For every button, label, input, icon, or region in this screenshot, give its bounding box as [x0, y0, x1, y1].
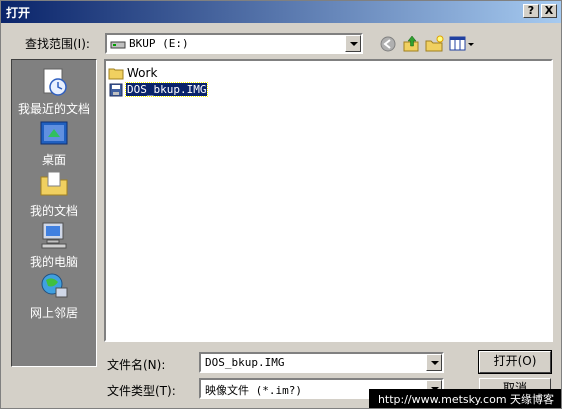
- filetype-label: 文件类型(T):: [107, 384, 176, 398]
- disk-image-icon: [109, 83, 123, 97]
- network-places-icon: [41, 273, 68, 298]
- drive-icon: [110, 41, 126, 49]
- window-title: 打开: [6, 6, 31, 20]
- place-label: 我的文档: [29, 204, 78, 218]
- place-label: 我的电脑: [29, 255, 78, 269]
- view-menu-icon[interactable]: [449, 35, 475, 53]
- new-folder-icon[interactable]: [425, 35, 445, 53]
- place-label: 网上邻居: [29, 306, 78, 320]
- place-label: 我最近的文档: [17, 102, 90, 116]
- place-desktop[interactable]: 桌面: [12, 117, 96, 168]
- filename-input[interactable]: DOS_bkup.IMG: [199, 352, 444, 373]
- places-bar: 我最近的文档 桌面 我的文档 我的电脑 网上邻居: [11, 59, 97, 367]
- open-button[interactable]: 打开(O): [478, 350, 552, 374]
- up-folder-icon[interactable]: [402, 35, 422, 53]
- file-list[interactable]: Work DOS_bkup.IMG: [104, 59, 553, 342]
- place-label: 桌面: [41, 153, 66, 167]
- place-network-places[interactable]: 网上邻居: [12, 270, 96, 321]
- title-bar[interactable]: 打开 ? X: [1, 1, 561, 23]
- place-recent-documents[interactable]: 我最近的文档: [12, 66, 96, 117]
- my-computer-icon: [41, 222, 67, 249]
- filetype-value: 映像文件 (*.im?): [205, 384, 302, 397]
- file-name: Work: [127, 66, 158, 80]
- back-icon[interactable]: [379, 35, 399, 53]
- lookin-dropdown[interactable]: BKUP (E:): [105, 33, 363, 54]
- filename-value: DOS_bkup.IMG: [205, 356, 285, 369]
- lookin-value: BKUP (E:): [129, 37, 189, 50]
- lookin-dropdown-arrow[interactable]: [345, 35, 361, 52]
- filename-label: 文件名(N):: [107, 358, 166, 372]
- help-button[interactable]: ?: [523, 4, 539, 18]
- watermark: http://www.metsky.com 天缘博客: [369, 389, 561, 408]
- folder-icon: [108, 68, 124, 80]
- recent-documents-icon: [43, 68, 67, 96]
- file-name: DOS_bkup.IMG: [124, 82, 209, 97]
- place-my-documents[interactable]: 我的文档: [12, 168, 96, 219]
- close-button[interactable]: X: [541, 4, 557, 18]
- lookin-label: 查找范围(I):: [25, 37, 90, 51]
- filename-dropdown-arrow[interactable]: [426, 354, 442, 371]
- open-file-dialog: 打开 ? X 查找范围(I): BKUP (E:) 我最近的文档 桌面 我的文档…: [0, 0, 562, 409]
- place-my-computer[interactable]: 我的电脑: [12, 219, 96, 270]
- desktop-icon: [40, 121, 68, 145]
- my-documents-icon: [40, 171, 68, 196]
